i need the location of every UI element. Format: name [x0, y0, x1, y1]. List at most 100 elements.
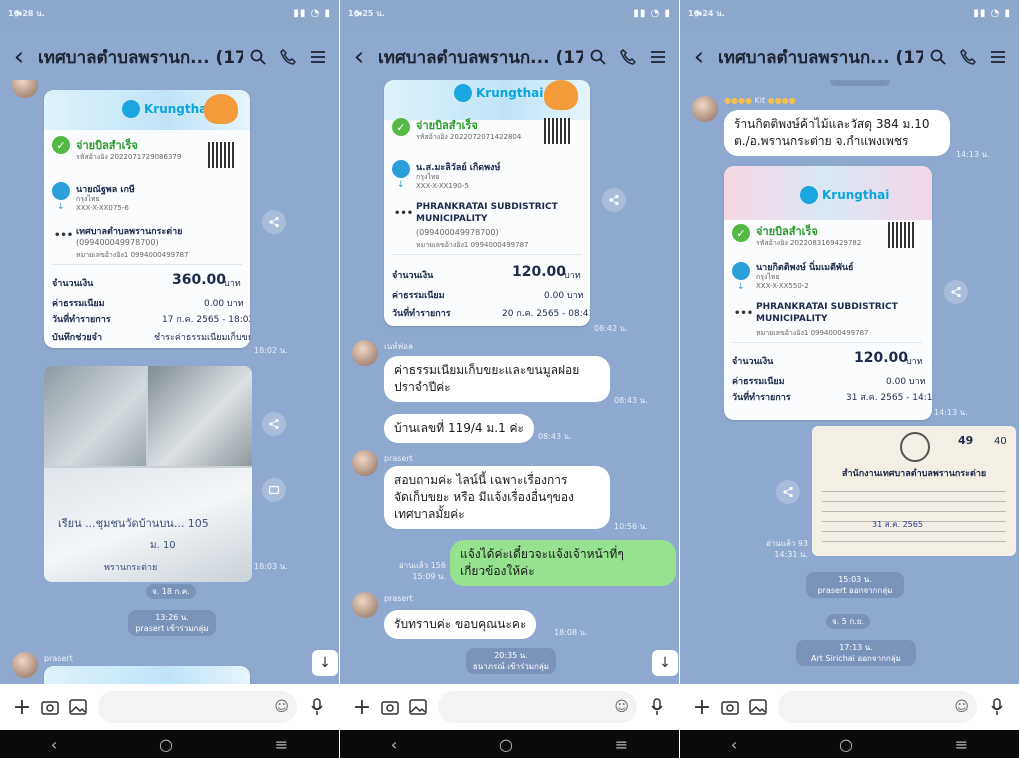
microphone-icon[interactable] [303, 693, 331, 721]
divider [732, 342, 922, 343]
currency: บาท [564, 271, 581, 281]
sender-avatar[interactable] [12, 80, 38, 98]
message-bubble[interactable]: บ้านเลขที่ 119/4 ม.1 ค่ะ [384, 414, 534, 443]
menu-icon[interactable] [643, 42, 673, 72]
photo-thumb-1[interactable] [44, 366, 146, 466]
message-bubble[interactable]: ร้านกิตติพงษ์ค้าไม้และวัสดุ 384 ม.10 ต./อ… [724, 110, 950, 156]
emoji-icon[interactable]: ☺ [954, 699, 969, 715]
share-button[interactable] [944, 280, 968, 304]
message-bubble[interactable]: รับทราบค่ะ ขอบคุณนะคะ [384, 610, 537, 639]
chat-area[interactable]: Krungthai ✓ จ่ายบิลสำเร็จ รหัสอ้างอิง 20… [0, 80, 339, 684]
nav-recents-icon[interactable]: ≡ [615, 735, 628, 754]
chat-area[interactable]: Krungthai ✓ จ่ายบิลสำเร็จ รหัสอ้างอิง 20… [340, 80, 679, 684]
microphone-icon[interactable] [643, 693, 671, 721]
my-message-bubble[interactable]: แจ้งได้ค่ะเดี๋ยวจะแจ้งเจ้าหน้าที่ๆ เกี่ยว… [450, 540, 676, 586]
phone-call-icon[interactable] [273, 42, 303, 72]
bank-icon [732, 262, 750, 280]
system-message: 20:35 น. ธนาภรณ์ เข้าร่วมกลุ่ม [466, 648, 556, 674]
sender-avatar[interactable] [12, 652, 38, 678]
status-time: 16:25 น. [348, 8, 385, 18]
share-button[interactable] [776, 480, 800, 504]
sender-name: เนห์ฟอล [384, 342, 413, 351]
search-icon[interactable] [243, 42, 273, 72]
image-icon[interactable] [744, 693, 772, 721]
nav-back-icon[interactable]: ‹ [51, 735, 57, 754]
photo-handwriting-2: ม. 10 [150, 540, 176, 551]
payee-ref: หมายเลขอ้างอิง1 0994000499787 [416, 241, 529, 249]
image-icon[interactable] [404, 693, 432, 721]
arrow-down-icon: ↓ [737, 282, 745, 292]
chat-area[interactable]: ●●●● Kit ●●●● ร้านกิตติพงษ์ค้าไม้และวัสด… [680, 80, 1019, 684]
payer-account: XXX-X-XX550-2 [756, 282, 809, 290]
view-album-button[interactable] [262, 478, 286, 502]
payee-id: (099400049978700) [76, 238, 159, 247]
nav-recents-icon[interactable]: ≡ [955, 735, 968, 754]
nav-home-icon[interactable]: ○ [499, 735, 513, 754]
nav-back-icon[interactable]: ‹ [391, 735, 397, 754]
image-icon[interactable] [64, 693, 92, 721]
currency: บาท [224, 279, 241, 289]
receipt-photo[interactable]: 49 40 สำนักงานเทศบาลตำบลพรานกระต่าย 31 ส… [812, 426, 1016, 556]
receipt-lines [822, 482, 1006, 542]
sender-avatar[interactable] [692, 96, 718, 122]
phone-call-icon[interactable] [613, 42, 643, 72]
sender-name: prasert [44, 654, 73, 663]
arrow-down-icon: ↓ [57, 202, 65, 212]
phone-screen-2: 16:25 น. ➤ ▮▮ ◔ ▮ ‹ เทศบาลตำบลพรานก... (… [340, 0, 680, 758]
menu-icon[interactable] [303, 42, 333, 72]
share-button[interactable] [602, 188, 626, 212]
sender-avatar[interactable] [352, 340, 378, 366]
camera-icon[interactable] [376, 693, 404, 721]
photo-thumb-2[interactable] [148, 366, 252, 466]
message-time: 10:56 น. [614, 522, 648, 531]
nav-home-icon[interactable]: ○ [159, 735, 173, 754]
nav-recents-icon[interactable]: ≡ [275, 735, 288, 754]
payer-account: XXX-X-XX075-6 [76, 204, 129, 212]
message-input[interactable]: ☺ [778, 691, 977, 723]
emoji-icon[interactable]: ☺ [274, 699, 289, 715]
camera-icon[interactable] [36, 693, 64, 721]
back-icon[interactable]: ‹ [6, 44, 32, 70]
menu-icon[interactable] [983, 42, 1013, 72]
back-icon[interactable]: ‹ [686, 44, 712, 70]
scroll-down-button[interactable]: ↓ [312, 650, 338, 676]
message-time: 08:43 น. [538, 432, 572, 441]
add-icon[interactable]: + [8, 693, 36, 721]
search-icon[interactable] [583, 42, 613, 72]
receipt-book: 49 [958, 434, 974, 447]
fee-value: 0.00 บาท [544, 291, 584, 301]
payment-slip-image[interactable]: Krungthai ✓ จ่ายบิลสำเร็จ รหัสอ้างอิง 20… [724, 166, 932, 420]
status-time: 16:24 น. [688, 8, 725, 18]
amount-value: 120.00 [854, 350, 909, 366]
message-bubble[interactable]: ค่าธรรมเนียมเก็บขยะและขนมูลฝอย ปราจำปีค่ะ [384, 356, 610, 402]
photo-main[interactable]: เรียน ...ชุมชนวัดบ้านบน... 105 ม. 10 พรา… [44, 468, 252, 582]
status-bar: 16:24 น. ➤ ▮▮ ◔ ▮ [680, 0, 1019, 26]
payment-slip-image[interactable]: Krungthai ✓ จ่ายบิลสำเร็จ รหัสอ้างอิง 20… [384, 80, 590, 326]
fee-value: 0.00 บาท [886, 377, 926, 387]
sender-avatar[interactable] [352, 592, 378, 618]
payment-slip-image[interactable] [44, 666, 250, 684]
sender-avatar[interactable] [352, 450, 378, 476]
add-icon[interactable]: + [688, 693, 716, 721]
more-dots-icon: ••• [54, 230, 74, 241]
back-icon[interactable]: ‹ [346, 44, 372, 70]
android-nav-bar: ‹ ○ ≡ [680, 730, 1019, 758]
payment-slip-image[interactable]: Krungthai ✓ จ่ายบิลสำเร็จ รหัสอ้างอิง 20… [44, 90, 250, 348]
message-input[interactable]: ☺ [98, 691, 297, 723]
share-button[interactable] [262, 412, 286, 436]
camera-icon[interactable] [716, 693, 744, 721]
nav-back-icon[interactable]: ‹ [731, 735, 737, 754]
add-icon[interactable]: + [348, 693, 376, 721]
emoji-icon[interactable]: ☺ [614, 699, 629, 715]
message-bubble[interactable]: สอบถามค่ะ ไลน์นี้ เฉพาะเรื่องการ จัดเก็บข… [384, 466, 610, 529]
scroll-down-button[interactable]: ↓ [652, 650, 678, 676]
chat-title: เทศบาลตำบลพรานก... (174) [718, 47, 923, 68]
photo-collage[interactable]: เรียน ...ชุมชนวัดบ้านบน... 105 ม. 10 พรา… [44, 366, 252, 582]
nav-home-icon[interactable]: ○ [839, 735, 853, 754]
message-input[interactable]: ☺ [438, 691, 637, 723]
search-icon[interactable] [923, 42, 953, 72]
phone-call-icon[interactable] [953, 42, 983, 72]
microphone-icon[interactable] [983, 693, 1011, 721]
share-button[interactable] [262, 210, 286, 234]
slip-ref: รหัสอ้างอิง 2022072071422804 [416, 133, 522, 141]
